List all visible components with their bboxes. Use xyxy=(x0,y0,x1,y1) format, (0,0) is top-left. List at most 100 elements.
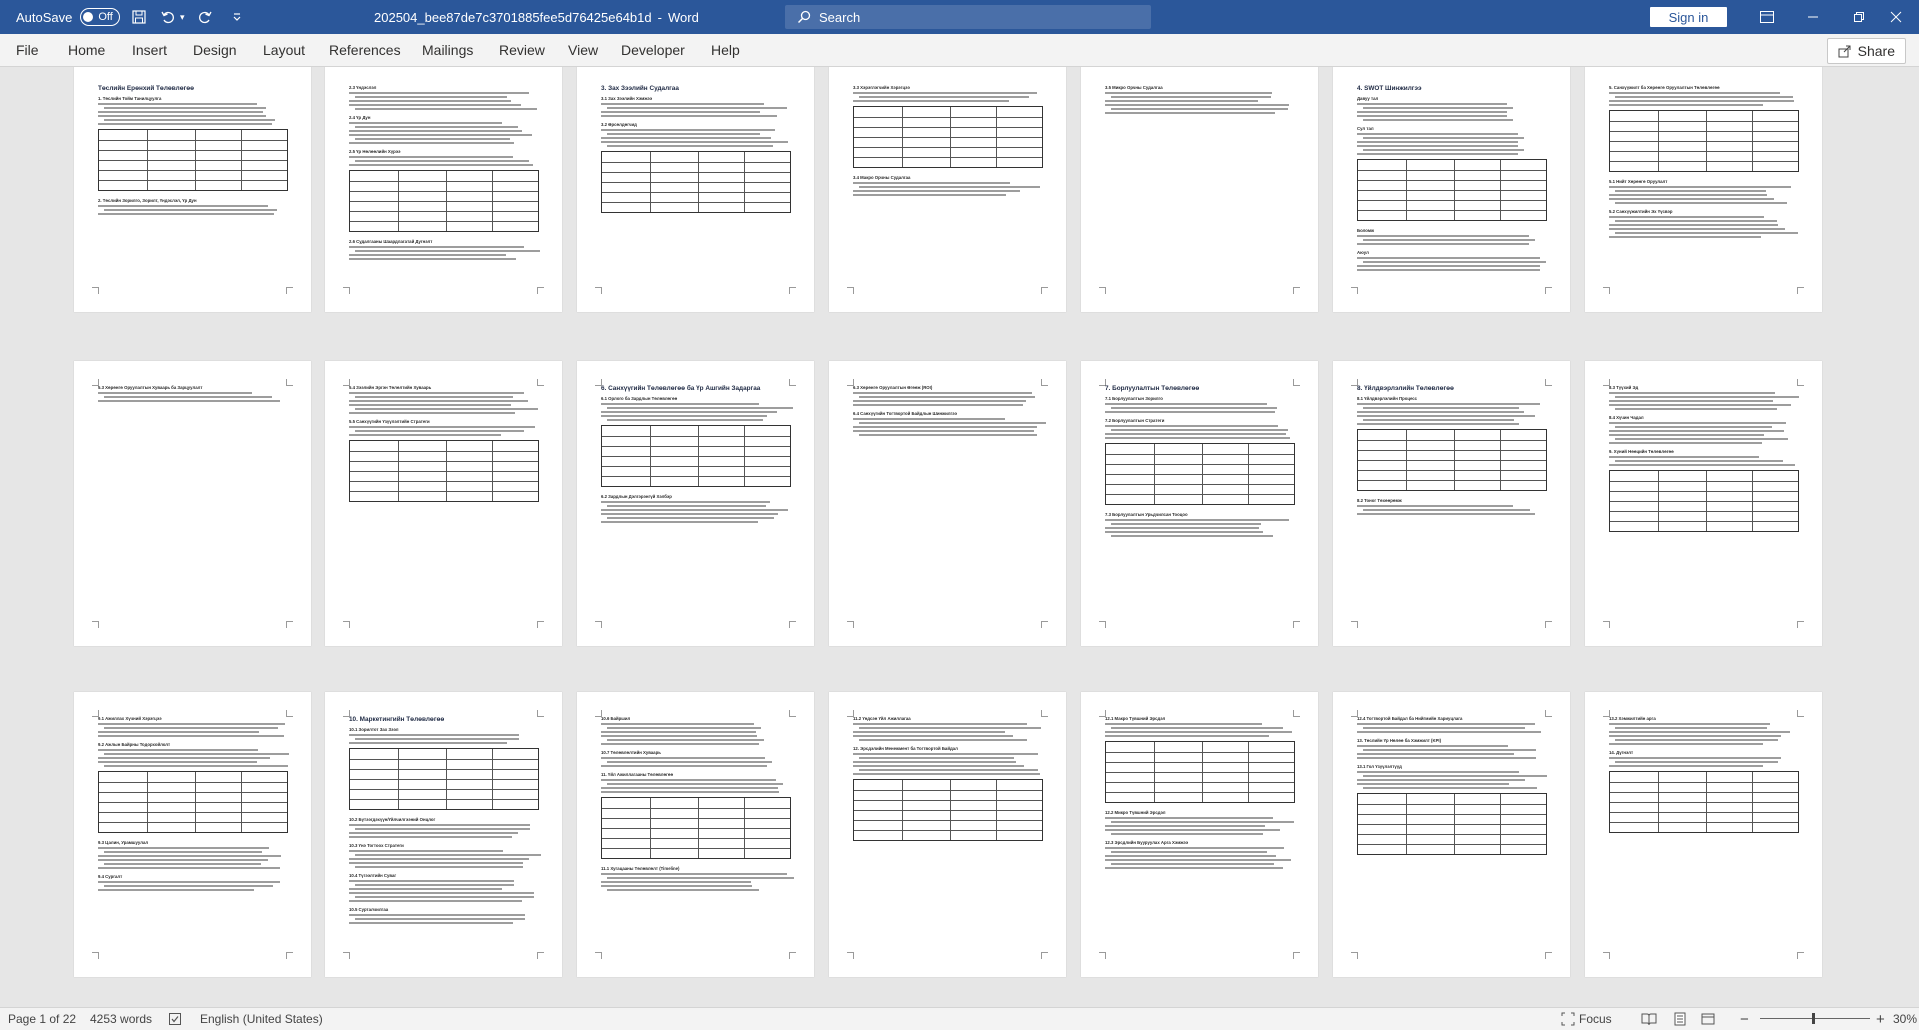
page-count[interactable]: Page 1 of 22 xyxy=(8,1008,76,1030)
save-icon[interactable] xyxy=(131,0,147,34)
text-line xyxy=(355,126,518,128)
app-name: Word xyxy=(667,9,699,25)
document-page-thumbnail[interactable]: 13.2 Хэмжилтийн арга 14. Дүгнэлт xyxy=(1585,692,1822,977)
redo-icon[interactable] xyxy=(197,0,213,34)
document-page-thumbnail[interactable]: 11.2 Үндсэн Үйл Ажиллагаа 12. Эрсдэлийн М… xyxy=(829,692,1066,977)
table xyxy=(601,151,791,213)
tab-help[interactable]: Help xyxy=(711,34,740,66)
document-page-thumbnail[interactable]: 12.4 Тогтвортой Байдал ба Нийгмийн Хариу… xyxy=(1333,692,1570,977)
crop-mark xyxy=(1797,287,1804,294)
language-indicator[interactable]: English (United States) xyxy=(200,1008,323,1030)
crop-mark xyxy=(789,287,796,294)
tab-design[interactable]: Design xyxy=(193,34,237,66)
tab-review[interactable]: Review xyxy=(499,34,545,66)
document-page-thumbnail[interactable]: 2.3 Үндэслэл 2.4 Үр Дүн 2.5 Үр Нөлөөлийн Х… xyxy=(325,67,562,312)
autosave-toggle[interactable]: Off xyxy=(80,8,120,26)
document-canvas[interactable]: Төслийн Ерөнхий Төлөвлөгөө 1. Төслийн Той… xyxy=(0,67,1919,1007)
section-heading: 5.3 Хөрөнгө Оруулалтын Хуваарь ба Зарцуу… xyxy=(98,385,203,390)
document-page-thumbnail[interactable]: 12.1 Макро Түвшний Эрсдэл 12.2 Микро Түвш… xyxy=(1081,692,1318,977)
read-mode-icon[interactable] xyxy=(1641,1008,1657,1030)
text-line xyxy=(601,791,779,793)
ribbon-display-options-icon[interactable] xyxy=(1744,0,1790,34)
zoom-slider-track[interactable] xyxy=(1760,1018,1870,1019)
text-line xyxy=(601,141,788,143)
text-line xyxy=(1363,149,1524,151)
zoom-level[interactable]: 30% xyxy=(1893,1008,1917,1030)
text-line xyxy=(349,836,512,838)
text-line xyxy=(98,123,272,125)
print-layout-icon[interactable] xyxy=(1673,1008,1687,1030)
text-line xyxy=(1357,779,1525,781)
section-heading: Боломж xyxy=(1357,228,1375,233)
section-heading: 10.5 Сурталчилгаа xyxy=(349,907,389,912)
text-line xyxy=(98,731,259,733)
section-heading: 8.4 Хүчин Чадал xyxy=(1609,415,1644,420)
tab-mailings[interactable]: Mailings xyxy=(422,34,473,66)
share-button[interactable]: Share xyxy=(1826,38,1906,64)
page-heading: 6. Санхүүгийн Төлөвлөгөө ба Үр Ашгийн За… xyxy=(601,385,761,392)
web-layout-icon[interactable] xyxy=(1701,1008,1715,1030)
focus-mode-button[interactable]: Focus xyxy=(1561,1008,1612,1030)
sign-in-button[interactable]: Sign in xyxy=(1650,7,1727,27)
text-line xyxy=(98,847,269,849)
text-line xyxy=(1105,735,1269,737)
tab-insert[interactable]: Insert xyxy=(132,34,167,66)
document-page-thumbnail[interactable]: Төслийн Ерөнхий Төлөвлөгөө 1. Төслийн Той… xyxy=(74,67,311,312)
undo-icon[interactable] xyxy=(160,0,176,34)
undo-dropdown-icon[interactable]: ▾ xyxy=(180,0,185,34)
table xyxy=(98,771,288,833)
text-line xyxy=(1357,235,1529,237)
customize-qat-icon[interactable] xyxy=(229,0,245,34)
text-line xyxy=(1357,111,1507,113)
document-page-thumbnail[interactable]: 5. Санхүүжилт ба Хөрөнгө Оруулалтын Төлө… xyxy=(1585,67,1822,312)
minimize-icon[interactable] xyxy=(1790,0,1836,34)
section-heading: 13.1 Гол Үзүүлэлтүүд xyxy=(1357,764,1402,769)
tab-file[interactable]: File xyxy=(16,34,39,66)
document-page-thumbnail[interactable]: 5.4 Зээлийн Эргэн Төлөлтийн Хуваарь 5.5 С… xyxy=(325,361,562,646)
document-page-thumbnail[interactable]: 8. Үйлдвэрлэлийн Төлөвлөгөө 8.1 Үйлдвэрлэ… xyxy=(1333,361,1570,646)
document-page-thumbnail[interactable]: 7. Борлуулалтын Төлөвлөгөө 7.1 Борлуулалт… xyxy=(1081,361,1318,646)
table xyxy=(853,779,1043,841)
document-page-thumbnail[interactable]: 9.1 Ажиллах Хүчний Хэрэгцээ 9.2 Ажлын Бай… xyxy=(74,692,311,977)
text-line xyxy=(853,100,1009,102)
word-count[interactable]: 4253 words xyxy=(90,1008,152,1030)
zoom-out-button[interactable]: − xyxy=(1740,1008,1749,1030)
tab-layout[interactable]: Layout xyxy=(263,34,305,66)
proofing-icon[interactable] xyxy=(168,1008,182,1030)
search-icon xyxy=(797,10,811,24)
document-page-thumbnail[interactable]: 8.3 Түүхий Эд 8.4 Хүчин Чадал 9. Хүний Нөө… xyxy=(1585,361,1822,646)
text-line xyxy=(601,403,759,405)
crop-mark xyxy=(92,952,99,959)
document-page-thumbnail[interactable]: 3.5 Микро Орчны Судалгаа xyxy=(1081,67,1318,312)
status-bar: Page 1 of 22 4253 words English (United … xyxy=(0,1007,1919,1030)
zoom-slider-thumb[interactable] xyxy=(1812,1013,1815,1024)
autosave-control[interactable]: AutoSave Off xyxy=(16,0,120,34)
document-page-thumbnail[interactable]: 6.3 Хөрөнгө Оруулалтын Өгөөж (ROI) 6.4 Са… xyxy=(829,361,1066,646)
autosave-label: AutoSave xyxy=(16,9,73,25)
tab-developer[interactable]: Developer xyxy=(621,34,685,66)
close-icon[interactable] xyxy=(1873,0,1919,34)
document-page-thumbnail[interactable]: 6. Санхүүгийн Төлөвлөгөө ба Үр Ашгийн За… xyxy=(577,361,814,646)
crop-mark xyxy=(286,287,293,294)
text-line xyxy=(1357,753,1514,755)
document-page-thumbnail[interactable]: 4. SWOT Шинжилгээ Давуу тал Сул тал Боломж А… xyxy=(1333,67,1570,312)
section-heading: 5.5 Санхүүгийн Үзүүлэлтийн Стратеги xyxy=(349,419,430,424)
document-page-thumbnail[interactable]: 3.3 Хэрэглэгчийн Хэрэгцээ 3.4 Макро Орчны… xyxy=(829,67,1066,312)
search-box[interactable]: Search xyxy=(785,5,1151,29)
text-line xyxy=(1615,761,1778,763)
text-line xyxy=(1357,723,1535,725)
crop-mark xyxy=(92,621,99,628)
document-page-thumbnail[interactable]: 3. Зах Зээлийн Судалгаа 3.1 Зах Зээлийн Х… xyxy=(577,67,814,312)
document-page-thumbnail[interactable]: 10.6 Байршил 10.7 Төлөвлөлтийн Хуваарь 11.… xyxy=(577,692,814,977)
zoom-in-button[interactable]: + xyxy=(1876,1008,1885,1030)
text-line xyxy=(1609,400,1773,402)
tab-home[interactable]: Home xyxy=(68,34,105,66)
tab-references[interactable]: References xyxy=(329,34,401,66)
document-page-thumbnail[interactable]: 10. Маркетингийн Төлөвлөгөө 10.1 Зорилтот… xyxy=(325,692,562,977)
tab-view[interactable]: View xyxy=(568,34,598,66)
text-line xyxy=(1363,407,1519,409)
text-line xyxy=(98,111,263,113)
document-page-thumbnail[interactable]: 5.3 Хөрөнгө Оруулалтын Хуваарь ба Зарцуу… xyxy=(74,361,311,646)
text-line xyxy=(1105,825,1265,827)
text-line xyxy=(1609,735,1781,737)
